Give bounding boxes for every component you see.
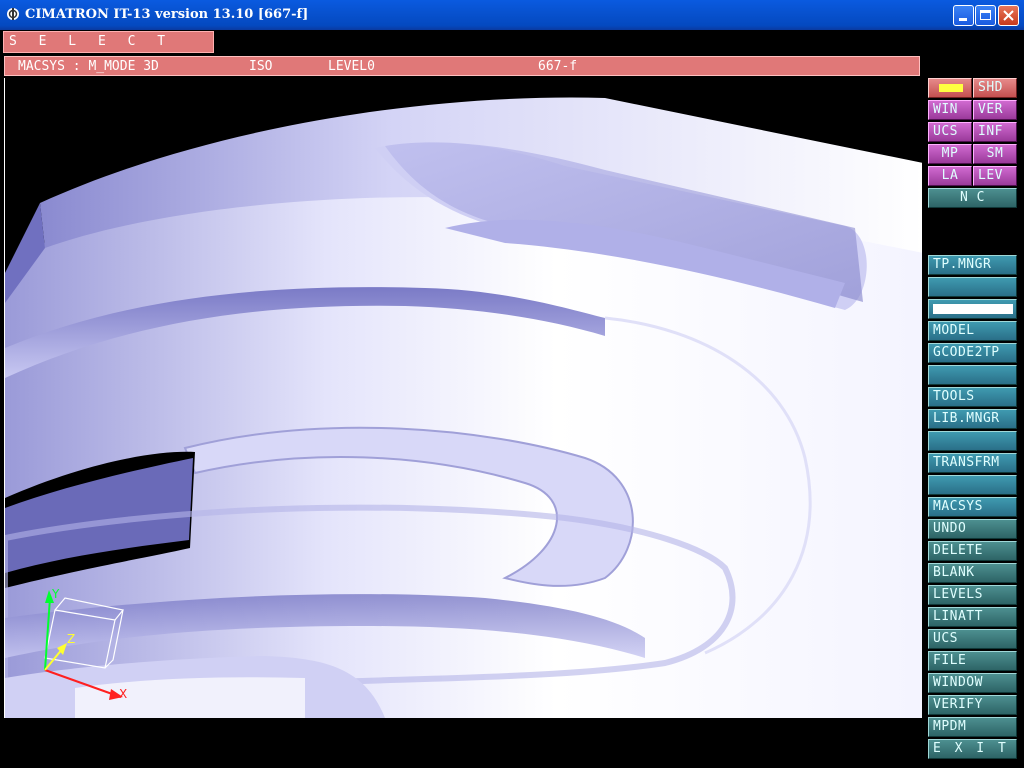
- menu-blank[interactable]: BLANK: [928, 563, 1017, 583]
- shd-button[interactable]: SHD: [973, 78, 1017, 98]
- menu-input-value: [933, 304, 1013, 314]
- menu-model[interactable]: MODEL: [928, 321, 1017, 341]
- menu-file[interactable]: FILE: [928, 651, 1017, 671]
- menu-transfrm[interactable]: TRANSFRM: [928, 453, 1017, 473]
- close-button[interactable]: [998, 5, 1019, 26]
- menu-blank-3[interactable]: [928, 431, 1017, 451]
- color-swatch: [939, 84, 963, 92]
- menu-window[interactable]: WINDOW: [928, 673, 1017, 693]
- menu-blank-1[interactable]: [928, 277, 1017, 297]
- color-swatch-button[interactable]: [928, 78, 972, 98]
- menu-gcode2tp[interactable]: GCODE2TP: [928, 343, 1017, 363]
- side-menu-panel: SHD WIN VER UCS INF MP SM LA LEV N C TP.…: [928, 78, 1020, 768]
- menu-blank-2[interactable]: [928, 365, 1017, 385]
- view-status: ISO: [249, 59, 273, 74]
- status-bar: MACSYS : M_MODE 3D ISO LEVEL0 667-f: [4, 56, 920, 76]
- axis-label-x: X: [119, 687, 127, 701]
- close-icon: [1003, 10, 1014, 21]
- axis-label-z: Z: [67, 632, 75, 646]
- select-prompt: S E L E C T: [3, 31, 214, 53]
- window-title: CIMATRON IT-13 version 13.10 [667-f]: [25, 7, 309, 22]
- menu-lib-mngr[interactable]: LIB.MNGR: [928, 409, 1017, 429]
- menu-tp-mngr[interactable]: TP.MNGR: [928, 255, 1017, 275]
- menu-tools[interactable]: TOOLS: [928, 387, 1017, 407]
- axis-label-y: Y: [51, 587, 60, 601]
- menu-levels[interactable]: LEVELS: [928, 585, 1017, 605]
- menu-ucs[interactable]: UCS: [928, 629, 1017, 649]
- menu-exit[interactable]: E X I T: [928, 739, 1017, 759]
- la-button[interactable]: LA: [928, 166, 972, 186]
- sm-button[interactable]: SM: [973, 144, 1017, 164]
- macsys-status: MACSYS : M_MODE 3D: [18, 59, 159, 74]
- maximize-icon: [980, 10, 991, 20]
- mp-button[interactable]: MP: [928, 144, 972, 164]
- menu-verify[interactable]: VERIFY: [928, 695, 1017, 715]
- graphics-viewport[interactable]: Y Z X: [4, 78, 922, 718]
- file-status: 667-f: [538, 59, 578, 74]
- nc-button[interactable]: N C: [928, 188, 1017, 208]
- app-icon[interactable]: [6, 7, 20, 21]
- minimize-icon: [959, 18, 967, 21]
- menu-undo[interactable]: UNDO: [928, 519, 1017, 539]
- menu-macsys[interactable]: MACSYS: [928, 497, 1017, 517]
- menu-linatt[interactable]: LINATT: [928, 607, 1017, 627]
- menu-blank-4[interactable]: [928, 475, 1017, 495]
- ucs-quick-button[interactable]: UCS: [928, 122, 972, 142]
- maximize-button[interactable]: [975, 5, 996, 26]
- level-status: LEVEL0: [328, 59, 375, 74]
- model-render: Y Z X: [5, 97, 922, 718]
- lev-button[interactable]: LEV: [973, 166, 1017, 186]
- menu-mpdm[interactable]: MPDM: [928, 717, 1017, 737]
- minimize-button[interactable]: [953, 5, 974, 26]
- menu-input-field[interactable]: [928, 299, 1017, 319]
- win-button[interactable]: WIN: [928, 100, 972, 120]
- inf-button[interactable]: INF: [973, 122, 1017, 142]
- menu-delete[interactable]: DELETE: [928, 541, 1017, 561]
- title-bar: CIMATRON IT-13 version 13.10 [667-f]: [0, 0, 1024, 30]
- ver-button[interactable]: VER: [973, 100, 1017, 120]
